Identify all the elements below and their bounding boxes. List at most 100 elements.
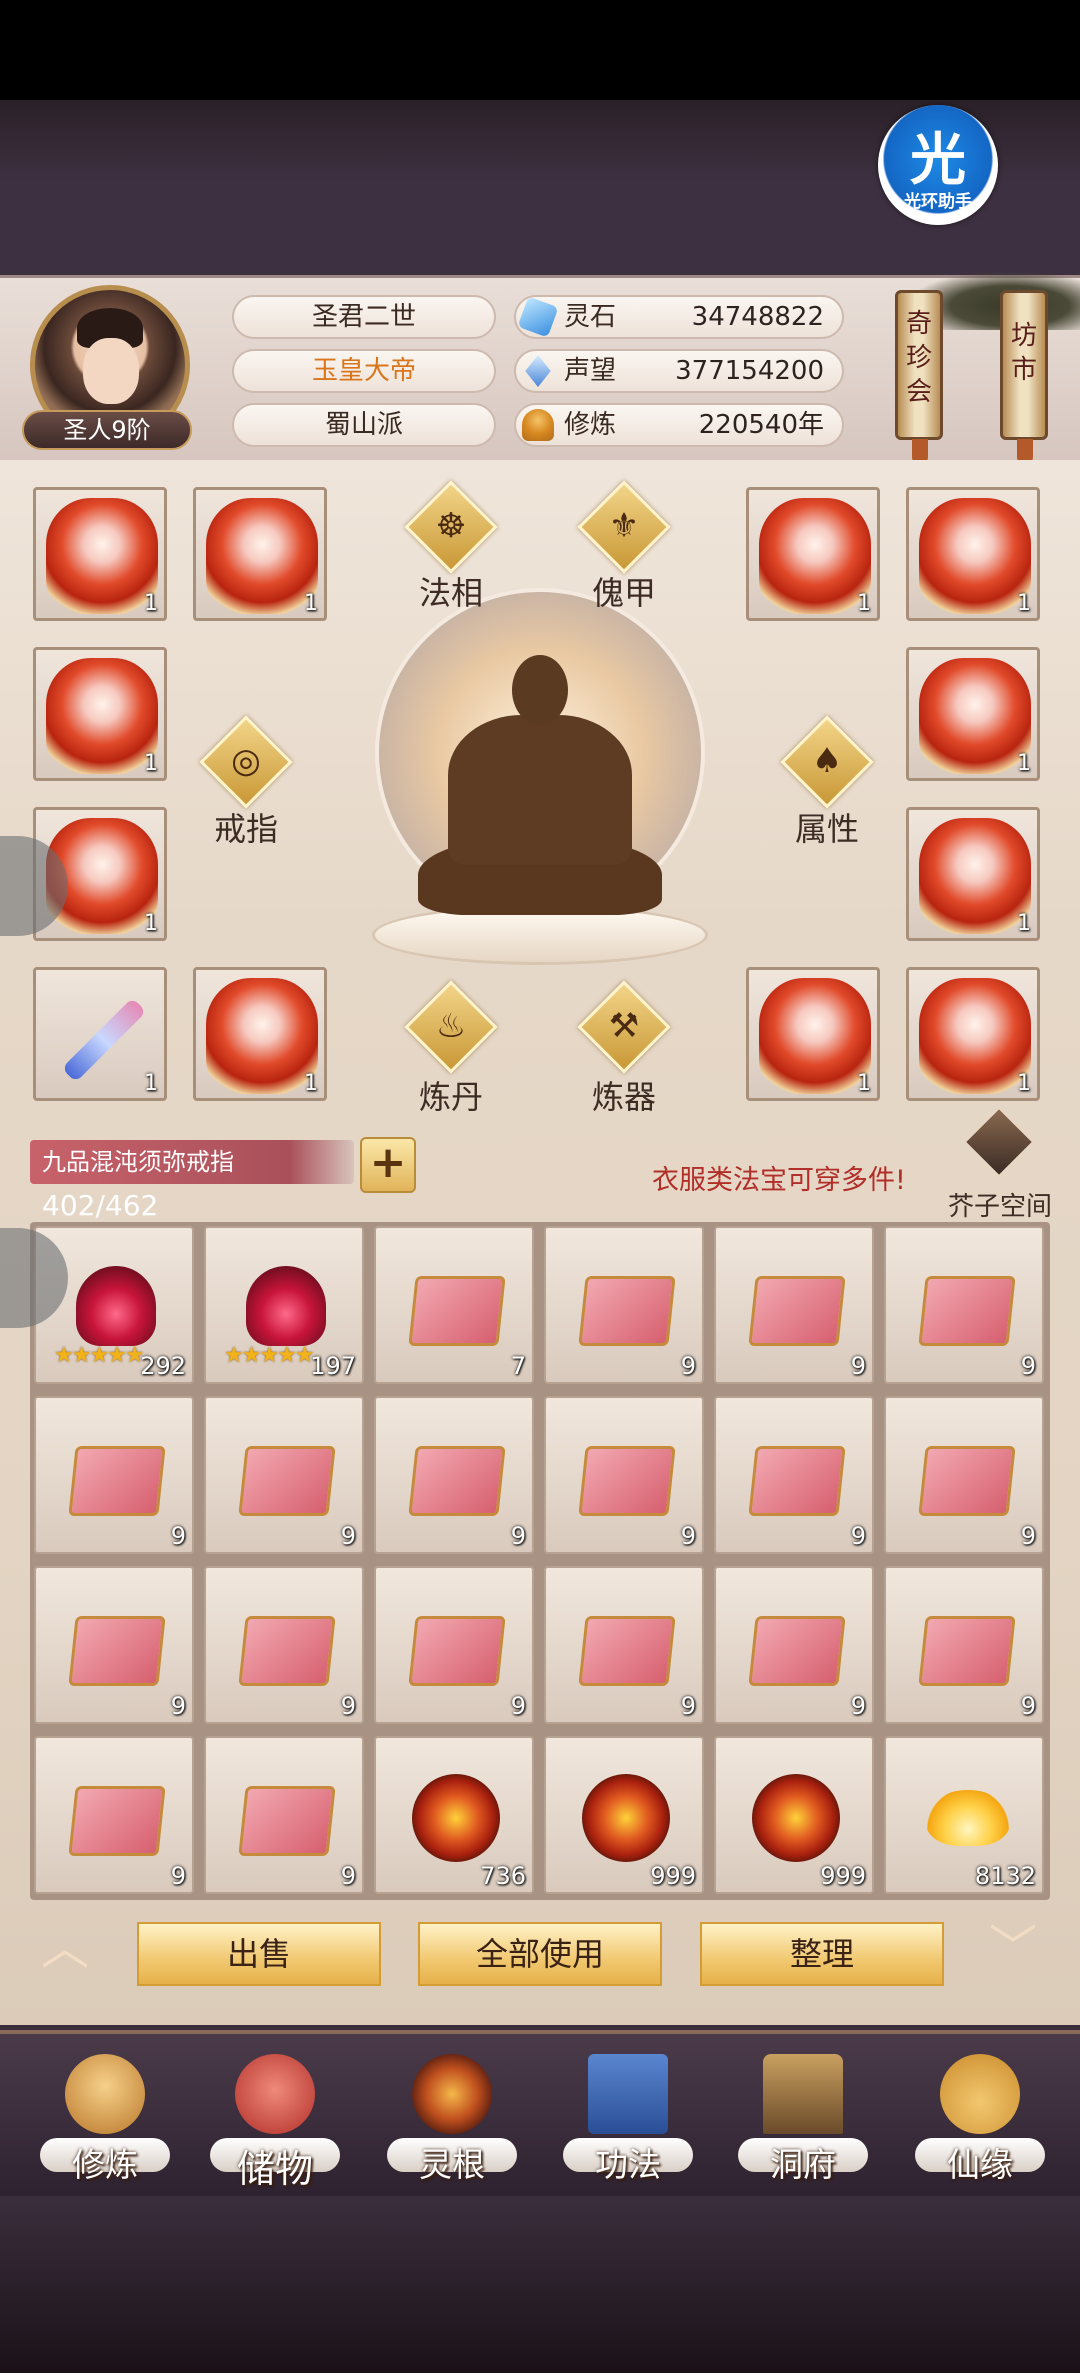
inventory-cell[interactable]: 9 [884,1226,1044,1384]
inventory-cell[interactable]: 8132 [884,1736,1044,1894]
scroll-down-arrow-icon[interactable]: ﹀ [978,1924,1048,1972]
nav-techniques[interactable]: 功法 [553,2040,703,2200]
stat-spirit-stone: 灵石 34748822 [514,295,844,339]
inventory-cell[interactable]: 9 [374,1396,534,1554]
mustard-space-label: 芥子空间 [947,1192,1052,1222]
equip-slot[interactable]: 1 [906,647,1040,781]
inventory-cell[interactable]: 9 [204,1396,364,1554]
item-count: 9 [170,1862,186,1890]
treasure-chest-icon [408,1446,506,1516]
player-sect[interactable]: 蜀山派 [232,403,496,447]
equip-slot-weapon[interactable]: 1 [33,967,167,1101]
nav-label: 储物 [236,2147,313,2191]
sword-icon [61,997,147,1083]
alchemy-button[interactable]: ♨ [404,980,498,1074]
market-scroll[interactable]: 坊市 [1000,290,1048,465]
inventory-cell[interactable]: 9 [34,1736,194,1894]
puppet-armor-button[interactable]: ⚜ [577,480,671,574]
treasure-chest-icon [748,1446,846,1516]
equip-slot[interactable]: 1 [906,967,1040,1101]
sort-button[interactable]: 整理 [700,1922,944,1986]
inventory-cell[interactable]: 999 [714,1736,874,1894]
inventory-cell[interactable]: 999 [544,1736,704,1894]
equip-slot[interactable]: 1 [746,487,880,621]
inventory-cell[interactable]: 9 [204,1566,364,1724]
dharma-form-label: 法相 [418,574,483,612]
inventory-cell[interactable]: 7 [374,1226,534,1384]
inventory-cell[interactable]: 9 [544,1396,704,1554]
assistant-glyph: 光 [910,128,966,193]
forging-button[interactable]: ⚒ [577,980,671,1074]
sell-button[interactable]: 出售 [137,1922,381,1986]
nav-cultivate[interactable]: 修炼 [30,2040,180,2200]
item-art [908,1250,1024,1354]
stat-value: 377154200 [675,356,824,386]
player-honor-title[interactable]: 玉皇大帝 [232,349,496,393]
item-art [398,1590,514,1694]
robe-icon [919,818,1031,934]
equip-hint: 衣服类法宝可穿多件! [652,1165,906,1196]
expand-storage-button[interactable]: + [360,1137,416,1193]
nav-storage[interactable]: 储物 [200,2040,350,2200]
inventory-cell[interactable]: 9 [204,1736,364,1894]
item-art [568,1760,684,1864]
inventory-cell[interactable]: 9 [884,1396,1044,1554]
scroll-label: 坊市 [1010,321,1037,385]
inventory-cell[interactable]: 9 [544,1226,704,1384]
equip-slot[interactable]: 1 [193,967,327,1101]
nav-spirit-root[interactable]: 灵根 [377,2040,527,2200]
equip-slot[interactable]: 1 [906,487,1040,621]
nav-label: 修炼 [72,2145,138,2184]
anvil-icon: ⚒ [608,1006,640,1046]
inventory-cell[interactable]: 9 [544,1566,704,1724]
player-title[interactable]: 圣君二世 [232,295,496,339]
inventory-cell[interactable]: 9 [374,1566,534,1724]
item-art [738,1590,854,1694]
inventory-cell[interactable]: 9 [714,1396,874,1554]
treasure-chest-icon [748,1616,846,1686]
treasure-chest-icon [918,1276,1016,1346]
dharma-form-button[interactable]: ☸ [404,480,498,574]
mustard-space-button[interactable]: 芥子空间 [945,1105,1055,1222]
treasure-chest-icon [918,1446,1016,1516]
treasure-chest-icon [408,1276,506,1346]
item-art [228,1420,344,1524]
treasure-chest-icon [68,1446,166,1516]
equip-slot[interactable]: 1 [33,647,167,781]
nav-cave-palace[interactable]: 洞府 [728,2040,878,2200]
attributes-button[interactable]: ♠ [780,715,874,809]
treasure-chest-icon [68,1786,166,1856]
equip-slot[interactable]: 1 [746,967,880,1101]
inventory-cell[interactable]: 9 [714,1566,874,1724]
scroll-up-arrow-icon[interactable]: ︿ [30,1924,100,1972]
item-art [398,1420,514,1524]
golden-lotus-icon [926,1790,1010,1846]
use-all-button[interactable]: 全部使用 [418,1922,662,1986]
inventory-cell[interactable]: 736 [374,1736,534,1894]
item-count: 1 [1017,911,1031,936]
item-count: 1 [144,911,158,936]
treasure-fair-scroll[interactable]: 奇珍会 [895,290,943,465]
inventory-cell[interactable]: 9 [34,1566,194,1724]
attributes-label: 属性 [794,810,859,848]
inventory-cell[interactable]: 9 [714,1226,874,1384]
equip-slot[interactable]: 1 [906,807,1040,941]
nav-immortal-fate[interactable]: 仙缘 [905,2040,1055,2200]
item-count: 1 [1017,591,1031,616]
ring-button[interactable]: ◎ [199,715,293,809]
item-art [568,1250,684,1354]
puppet-armor-icon: ⚜ [608,506,640,546]
inventory-cell[interactable]: ★★★★★ 197 [204,1226,364,1384]
item-art [58,1420,174,1524]
spirit-root-icon [412,2054,492,2134]
equip-slot[interactable]: 1 [193,487,327,621]
robe-icon [46,658,158,774]
item-count: 9 [170,1522,186,1550]
assistant-badge[interactable]: 光 光环助手 [878,105,998,225]
stat-value: 34748822 [691,302,824,332]
equip-slot[interactable]: 1 [33,487,167,621]
inventory-cell[interactable]: 9 [884,1566,1044,1724]
item-count: 9 [680,1352,696,1380]
inventory-cell[interactable]: 9 [34,1396,194,1554]
item-count: 9 [340,1692,356,1720]
